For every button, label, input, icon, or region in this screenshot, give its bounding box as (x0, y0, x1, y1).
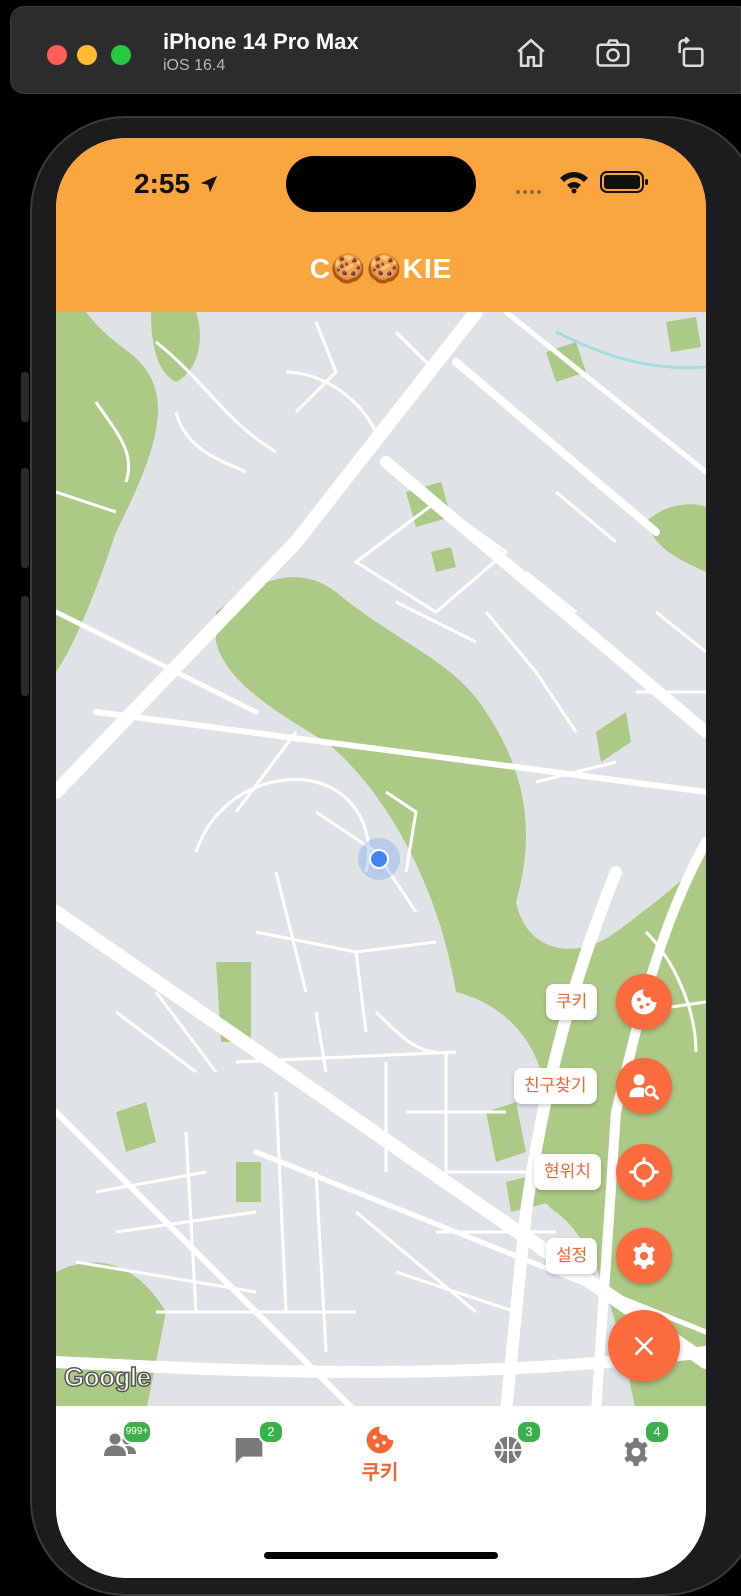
settings-fab-button[interactable] (616, 1228, 672, 1284)
cookie-icon (366, 1426, 394, 1454)
basketball-badge: 3 (516, 1420, 542, 1444)
close-window-button[interactable] (47, 45, 67, 65)
fab-label-current-location[interactable]: 현위치 (534, 1154, 601, 1190)
phone-screen: Google 2:55 C🍪🍪KIE 쿠키 친구찾기 현위치 설정 999+ 2… (56, 138, 706, 1578)
wifi-icon (560, 172, 588, 194)
google-logo: Google (63, 1361, 152, 1393)
os-version: iOS 16.4 (163, 57, 226, 74)
screenshot-icon[interactable] (593, 33, 633, 73)
minimize-window-button[interactable] (77, 45, 97, 65)
cookie-fab-button[interactable] (616, 974, 672, 1030)
tab-settings[interactable]: 4 (602, 1420, 682, 1480)
device-name: iPhone 14 Pro Max (163, 29, 359, 54)
rotate-icon[interactable] (671, 33, 711, 73)
current-location-dot (369, 849, 389, 869)
current-location-fab-button[interactable] (616, 1144, 672, 1200)
gear-icon (633, 1242, 655, 1270)
tab-friends[interactable]: 999+ (82, 1420, 162, 1480)
fab-label-cookie[interactable]: 쿠키 (546, 984, 598, 1020)
volume-down-button (21, 596, 29, 696)
friends-badge: 999+ (122, 1420, 152, 1444)
find-friend-fab-button[interactable] (616, 1058, 672, 1114)
tab-cookie-label: 쿠키 (361, 1462, 399, 1484)
home-indicator[interactable] (264, 1552, 498, 1559)
home-icon[interactable] (511, 33, 551, 73)
mute-switch (21, 372, 29, 422)
crosshair-icon (629, 1157, 659, 1187)
tab-chat[interactable]: 2 (210, 1420, 290, 1480)
location-arrow-icon (200, 175, 218, 193)
volume-up-button (21, 468, 29, 568)
app-title: C🍪🍪KIE (309, 253, 453, 284)
tab-basketball[interactable]: 3 (470, 1420, 550, 1480)
status-time: 2:55 (134, 168, 220, 200)
fab-label-settings[interactable]: 설정 (546, 1238, 598, 1274)
app-header: 2:55 C🍪🍪KIE (56, 138, 706, 312)
fab-label-find-friend[interactable]: 친구찾기 (514, 1068, 597, 1104)
find-friend-icon (629, 1074, 660, 1100)
dynamic-island (286, 156, 476, 212)
cookie-icon (631, 989, 657, 1015)
battery-icon (600, 171, 648, 193)
settings-badge: 4 (644, 1420, 670, 1444)
cellular-signal-icon (516, 190, 541, 194)
zoom-window-button[interactable] (111, 45, 131, 65)
close-icon (634, 1336, 654, 1356)
simulator-toolbar: iPhone 14 Pro Max iOS 16.4 (10, 6, 741, 94)
tab-cookie[interactable]: 쿠키 (340, 1420, 420, 1484)
close-fab-button[interactable] (608, 1310, 680, 1382)
chat-badge: 2 (258, 1420, 284, 1444)
